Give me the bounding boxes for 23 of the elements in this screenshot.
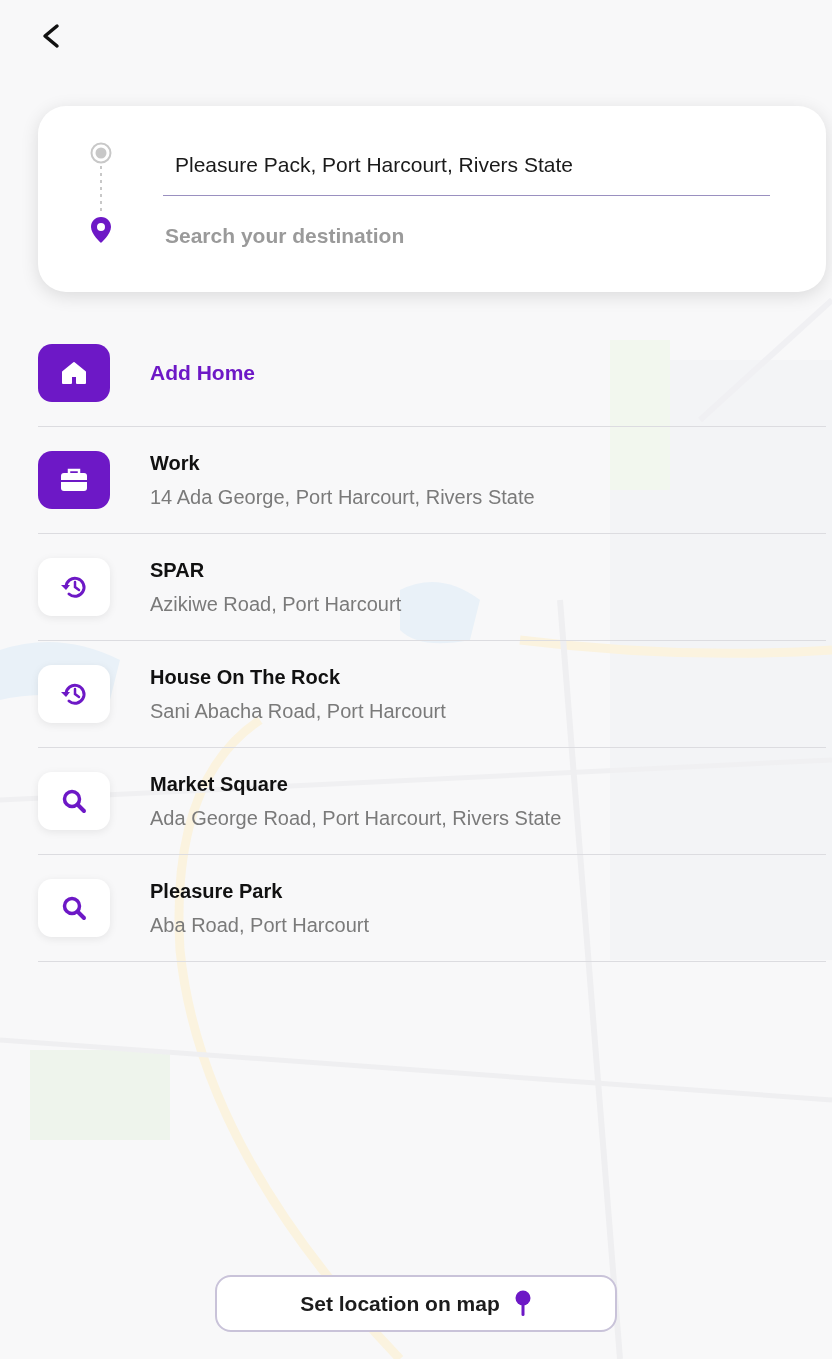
set-location-button[interactable]: Set location on map: [215, 1275, 617, 1332]
history-icon: [60, 574, 88, 600]
search-icon: [61, 895, 87, 921]
pin-icon: [513, 1289, 532, 1318]
house-icon: [61, 361, 87, 385]
place-title[interactable]: House On The Rock: [150, 662, 446, 692]
place-title[interactable]: Work: [150, 448, 535, 478]
place-title[interactable]: SPAR: [150, 555, 402, 585]
briefcase-icon: [59, 467, 89, 493]
history-icon: [60, 681, 88, 707]
place-address: Azikiwe Road, Port Harcourt: [150, 592, 402, 617]
search-icon: [61, 788, 87, 814]
place-address: 14 Ada George, Port Harcourt, Rivers State: [150, 485, 535, 510]
place-title[interactable]: Add Home: [150, 357, 255, 389]
place-address: Sani Abacha Road, Port Harcourt: [150, 699, 446, 724]
place-address: Aba Road, Port Harcourt: [150, 913, 369, 938]
place-title[interactable]: Market Square: [150, 769, 562, 799]
route-search-box[interactable]: Pleasure Pack, Port Harcourt, Rivers State Search your destination: [38, 106, 826, 292]
place-address: Ada George Road, Port Harcourt, Rivers State: [150, 806, 562, 831]
origin-dot-icon: [89, 142, 112, 164]
back-icon[interactable]: [40, 23, 62, 49]
place-title[interactable]: Pleasure Park: [150, 876, 369, 906]
destination-pin-icon: [89, 216, 112, 244]
